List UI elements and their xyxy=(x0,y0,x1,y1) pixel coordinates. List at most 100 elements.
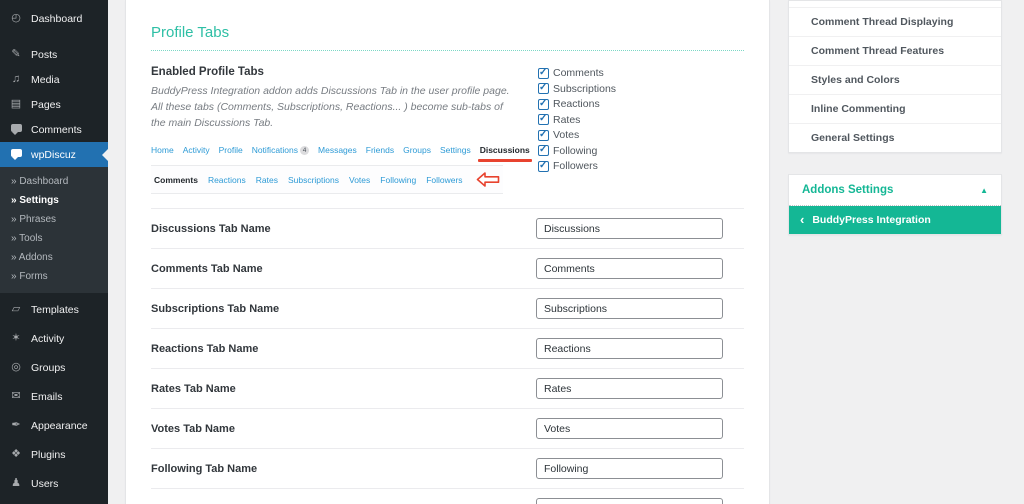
admin-menu-item[interactable]: Posts xyxy=(0,42,108,67)
settings-main-panel: Profile Tabs Enabled Profile Tabs BuddyP… xyxy=(125,0,770,504)
nav-item-buddypress-integration[interactable]: ‹ BuddyPress Integration xyxy=(789,206,1001,234)
settings-nav-item[interactable]: Inline Commenting xyxy=(789,94,1001,123)
buddypress-integration-label: BuddyPress Integration xyxy=(812,214,931,226)
settings-nav-item[interactable]: General Settings xyxy=(789,123,1001,152)
bp-profile-tab[interactable]: Settings xyxy=(440,145,471,155)
settings-nav-item-label: Comment Thread Features xyxy=(811,45,945,57)
settings-nav-item[interactable]: Styles and Colors xyxy=(789,65,1001,94)
bp-profile-subtab[interactable]: Followers xyxy=(426,175,462,185)
enabled-profile-tabs-section: Enabled Profile Tabs BuddyPress Integrat… xyxy=(151,51,744,195)
submenu-item[interactable]: » Settings xyxy=(0,191,108,210)
checkbox[interactable] xyxy=(538,129,549,141)
admin-menu-item-label: Media xyxy=(31,73,60,86)
bp-profile-subtabs: Comments Reactions Rates Subscriptions V… xyxy=(151,165,503,195)
submenu-item-label: » Tools xyxy=(11,233,43,244)
submenu-item[interactable]: » Dashboard xyxy=(0,172,108,191)
admin-menu-item-label: Dashboard xyxy=(31,12,83,25)
settings-nav-card: Comment Thread Displaying Comment Thread… xyxy=(788,0,1002,153)
checkbox-row: Reactions xyxy=(538,98,616,110)
submenu-item[interactable]: » Tools xyxy=(0,229,108,248)
users-icon xyxy=(9,477,23,490)
profile-tabs-preview: Home Activity Profile Notifications 4 Me… xyxy=(151,145,532,195)
partially-visible-nav-item[interactable] xyxy=(789,1,1001,8)
admin-menu-item[interactable]: Activity xyxy=(0,326,108,351)
enabled-tabs-checkbox-list: Comments Subscriptions Reactions Rates V… xyxy=(538,66,616,194)
admin-menu-item-label: Plugins xyxy=(31,448,66,461)
checkbox[interactable] xyxy=(538,113,549,125)
tab-name-input[interactable] xyxy=(536,258,723,280)
bp-profile-subtab-label: Comments xyxy=(154,174,198,185)
bp-profile-tab[interactable]: Discussions xyxy=(477,145,532,163)
admin-menu-item[interactable]: Pages xyxy=(0,92,108,117)
posts-icon xyxy=(9,48,23,61)
bp-profile-subtab[interactable]: Votes xyxy=(349,175,370,185)
templates-icon xyxy=(9,303,23,316)
checkbox[interactable] xyxy=(538,82,549,94)
setting-row: Followers Tab Name xyxy=(151,488,744,504)
bp-profile-subtab[interactable]: Rates xyxy=(256,175,278,185)
submenu-item-label: » Settings xyxy=(11,195,59,206)
settings-right-sidebar: Comment Thread Displaying Comment Thread… xyxy=(788,0,1002,235)
admin-menu-item[interactable]: Users xyxy=(0,471,108,496)
admin-menu-item[interactable]: Emails xyxy=(0,384,108,409)
bp-profile-tab[interactable]: Notifications 4 xyxy=(252,145,310,155)
admin-menu-item[interactable]: Comments xyxy=(0,117,108,142)
submenu-item[interactable]: » Phrases xyxy=(0,210,108,229)
bp-profile-subtab[interactable]: Reactions xyxy=(208,175,246,185)
tab-name-input[interactable] xyxy=(536,298,723,320)
tab-name-input[interactable] xyxy=(536,378,723,400)
bp-profile-subtab[interactable]: Following xyxy=(380,175,416,185)
admin-menu-item[interactable]: Plugins xyxy=(0,442,108,467)
setting-row-label: Rates Tab Name xyxy=(151,382,236,395)
bp-profile-tab[interactable]: Messages xyxy=(318,145,357,155)
admin-menu-item[interactable]: Appearance xyxy=(0,413,108,438)
plugins-icon xyxy=(9,448,23,461)
bp-profile-tab[interactable]: Home xyxy=(151,145,174,155)
admin-menu-item[interactable]: Templates xyxy=(0,297,108,322)
tab-name-input[interactable] xyxy=(536,498,723,504)
addons-settings-title: Addons Settings xyxy=(802,184,894,196)
checkbox-label: Votes xyxy=(553,129,580,141)
bp-profile-tab[interactable]: Friends xyxy=(366,145,394,155)
setting-row: Subscriptions Tab Name xyxy=(151,288,744,328)
bp-profile-tab-label: Messages xyxy=(318,145,357,156)
checkbox[interactable] xyxy=(538,98,549,110)
admin-sidebar: Dashboard Posts Media Pages Comments wpD… xyxy=(0,0,108,504)
bp-profile-tab[interactable]: Profile xyxy=(219,145,243,155)
admin-menu-item[interactable]: Dashboard xyxy=(0,6,108,31)
tab-name-input[interactable] xyxy=(536,218,723,240)
submenu-item[interactable]: » Forms xyxy=(0,267,108,286)
checkbox[interactable] xyxy=(538,67,549,79)
setting-row-label: Reactions Tab Name xyxy=(151,342,259,355)
bp-profile-tab[interactable]: Activity xyxy=(183,145,210,155)
addons-settings-card: Addons Settings ▲ ‹ BuddyPress Integrati… xyxy=(788,174,1002,235)
setting-row: Discussions Tab Name xyxy=(151,208,744,248)
addons-settings-header[interactable]: Addons Settings ▲ xyxy=(789,175,1001,206)
bp-profile-tab-label: Settings xyxy=(439,145,471,156)
bp-profile-subtab[interactable]: Comments xyxy=(154,175,198,185)
settings-nav-item-label: General Settings xyxy=(811,132,895,144)
admin-menu-item-label: Posts xyxy=(31,48,58,61)
admin-menu-item[interactable]: Media xyxy=(0,67,108,92)
settings-nav-item[interactable]: Comment Thread Displaying xyxy=(789,8,1001,36)
bp-profile-subtab[interactable]: Subscriptions xyxy=(288,175,339,185)
admin-menu-item-wpdiscuz[interactable]: wpDiscuz xyxy=(0,142,108,167)
submenu-item[interactable]: » Addons xyxy=(0,248,108,267)
tab-name-input[interactable] xyxy=(536,458,723,480)
admin-menu-item[interactable]: Tools xyxy=(0,500,108,504)
collapse-up-icon[interactable]: ▲ xyxy=(980,186,988,195)
bp-profile-subtab-label: Following xyxy=(380,174,417,185)
settings-nav-item-label: Inline Commenting xyxy=(811,103,906,115)
bp-profile-subtab-label: Subscriptions xyxy=(287,174,339,185)
notification-count-badge: 4 xyxy=(300,145,310,155)
tab-name-input[interactable] xyxy=(536,338,723,360)
admin-menu-item-label: Appearance xyxy=(31,419,88,432)
tab-name-input[interactable] xyxy=(536,418,723,440)
chevron-left-icon: ‹ xyxy=(800,212,805,227)
checkbox[interactable] xyxy=(538,160,549,172)
checkbox[interactable] xyxy=(538,144,549,156)
setting-row-label: Comments Tab Name xyxy=(151,262,263,275)
settings-nav-item[interactable]: Comment Thread Features xyxy=(789,36,1001,65)
admin-menu-item[interactable]: Groups xyxy=(0,355,108,380)
bp-profile-tab[interactable]: Groups xyxy=(403,145,431,155)
